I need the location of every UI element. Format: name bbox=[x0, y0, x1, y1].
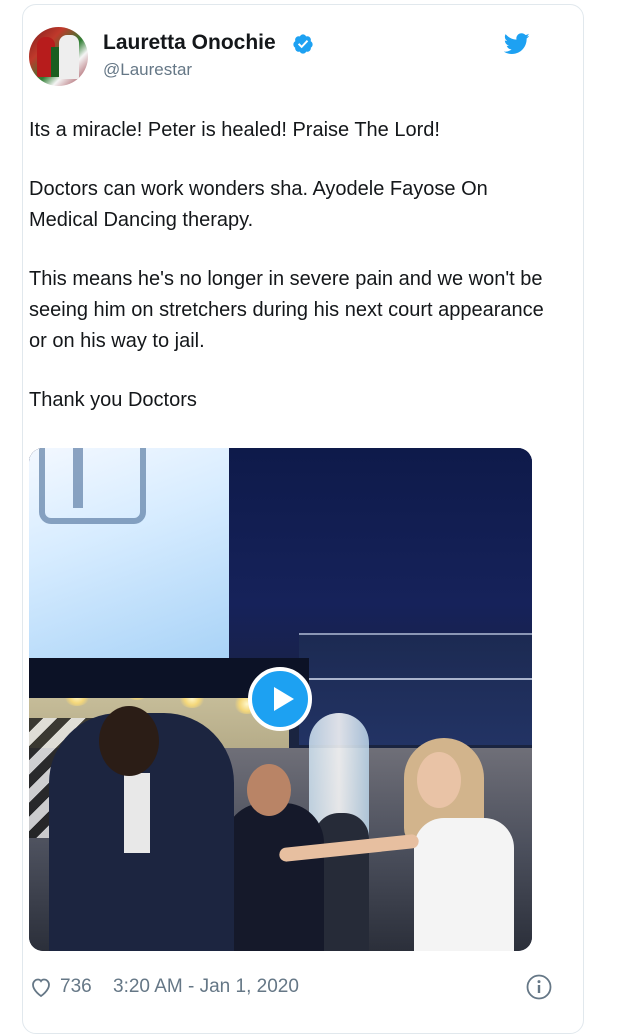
screen-graphic bbox=[39, 448, 146, 524]
screen-graphic bbox=[73, 448, 83, 508]
dancing-woman bbox=[417, 752, 461, 808]
projector-screen bbox=[29, 448, 229, 658]
twitter-bird-icon[interactable] bbox=[504, 33, 530, 55]
tweet-paragraph: Its a miracle! Peter is healed! Praise T… bbox=[29, 119, 440, 141]
video-thumbnail[interactable] bbox=[29, 448, 532, 951]
author-name[interactable]: Lauretta Onochie bbox=[103, 31, 276, 55]
author-handle[interactable]: @Laurestar bbox=[103, 60, 192, 80]
tweet-paragraph: Thank you Doctors bbox=[29, 389, 197, 411]
tweet-paragraph: This means he's no longer in severe pain… bbox=[29, 268, 544, 352]
info-icon[interactable] bbox=[525, 973, 553, 1001]
dancing-man bbox=[124, 773, 150, 853]
play-icon bbox=[274, 687, 294, 711]
dancing-woman bbox=[414, 818, 514, 951]
guest-figure bbox=[224, 803, 324, 951]
play-button[interactable] bbox=[248, 667, 312, 731]
dancing-man bbox=[99, 706, 159, 776]
tweet-text: Its a miracle! Peter is healed! Praise T… bbox=[29, 115, 544, 444]
verified-badge-icon bbox=[293, 34, 313, 54]
balcony-rail bbox=[299, 678, 532, 680]
heart-icon[interactable] bbox=[29, 975, 53, 999]
guest-figure bbox=[247, 764, 291, 816]
tweet-paragraph: Doctors can work wonders sha. Ayodele Fa… bbox=[29, 178, 488, 231]
avatar[interactable] bbox=[29, 27, 88, 86]
tweet-footer: 736 3:20 AM - Jan 1, 2020 bbox=[29, 972, 552, 1004]
timestamp[interactable]: 3:20 AM - Jan 1, 2020 bbox=[113, 976, 299, 998]
avatar-figure bbox=[59, 35, 79, 79]
like-count[interactable]: 736 bbox=[60, 976, 92, 998]
